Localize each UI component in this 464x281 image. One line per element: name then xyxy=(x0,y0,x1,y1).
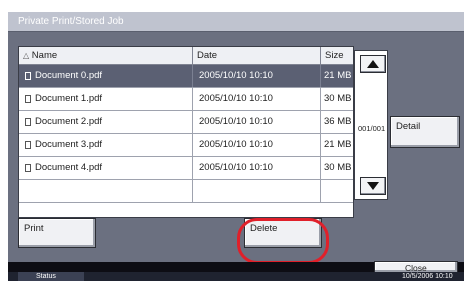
status-label: Status xyxy=(36,273,56,280)
arrow-down-icon xyxy=(367,182,379,190)
row-date-empty xyxy=(193,180,321,202)
column-header-name[interactable]: △ Name xyxy=(19,47,193,65)
status-datetime: 10/5/2006 10:10 xyxy=(402,273,453,280)
job-list: △ Name Date Size Document 0.pdf 2005/10/… xyxy=(18,46,354,218)
highlight-circle xyxy=(237,218,329,264)
row-date: 2005/10/10 10:10 xyxy=(193,88,321,110)
row-name: Document 2.pdf xyxy=(29,111,193,133)
row-date: 2005/10/10 10:10 xyxy=(193,157,321,179)
row-date: 2005/10/10 10:10 xyxy=(193,134,321,156)
row-name-empty xyxy=(29,180,193,202)
print-button[interactable]: Print xyxy=(18,218,96,248)
scroll-down-button[interactable] xyxy=(360,177,386,195)
row-size: 30 MB xyxy=(324,162,352,173)
column-header-date-label: Date xyxy=(197,50,218,61)
table-row[interactable]: Document 4.pdf 2005/10/10 10:10 30 MB xyxy=(19,157,353,180)
row-name: Document 4.pdf xyxy=(29,157,193,179)
status-bar: Status 10/5/2006 10:10 xyxy=(8,272,464,281)
title-bar: Private Print/Stored Job xyxy=(8,12,464,32)
window-title: Private Print/Stored Job xyxy=(18,16,124,27)
row-name: Document 3.pdf xyxy=(29,134,193,156)
row-name: Document 1.pdf xyxy=(29,88,193,110)
column-header-size[interactable]: Size xyxy=(321,47,353,65)
table-row[interactable]: Document 2.pdf 2005/10/10 10:10 36 MB xyxy=(19,111,353,134)
column-header-size-label: Size xyxy=(325,50,344,61)
sort-ascending-icon: △ xyxy=(23,51,30,60)
table-row[interactable]: Document 0.pdf 2005/10/10 10:10 21 MB xyxy=(19,65,353,88)
row-size: 21 MB xyxy=(324,139,352,150)
row-date: 2005/10/10 10:10 xyxy=(193,65,321,87)
table-row[interactable]: Document 3.pdf 2005/10/10 10:10 21 MB xyxy=(19,134,353,157)
table-row-empty xyxy=(19,180,353,203)
scroll-column: 001/001 xyxy=(354,50,388,200)
column-header-name-label: Name xyxy=(31,50,58,61)
page-indicator: 001/001 xyxy=(358,124,386,133)
row-size: 36 MB xyxy=(324,116,352,127)
column-header-date[interactable]: Date xyxy=(193,47,321,65)
row-size: 21 MB xyxy=(324,70,352,81)
row-size: 30 MB xyxy=(324,93,352,104)
arrow-up-icon xyxy=(367,60,379,68)
main-panel: △ Name Date Size Document 0.pdf 2005/10/… xyxy=(8,32,464,264)
scroll-up-button[interactable] xyxy=(360,55,386,73)
row-name: Document 0.pdf xyxy=(29,65,193,87)
row-date: 2005/10/10 10:10 xyxy=(193,111,321,133)
detail-button[interactable]: Detail xyxy=(390,116,460,148)
table-row[interactable]: Document 1.pdf 2005/10/10 10:10 30 MB xyxy=(19,88,353,111)
screen: Private Print/Stored Job △ Name Date Siz… xyxy=(8,12,464,281)
